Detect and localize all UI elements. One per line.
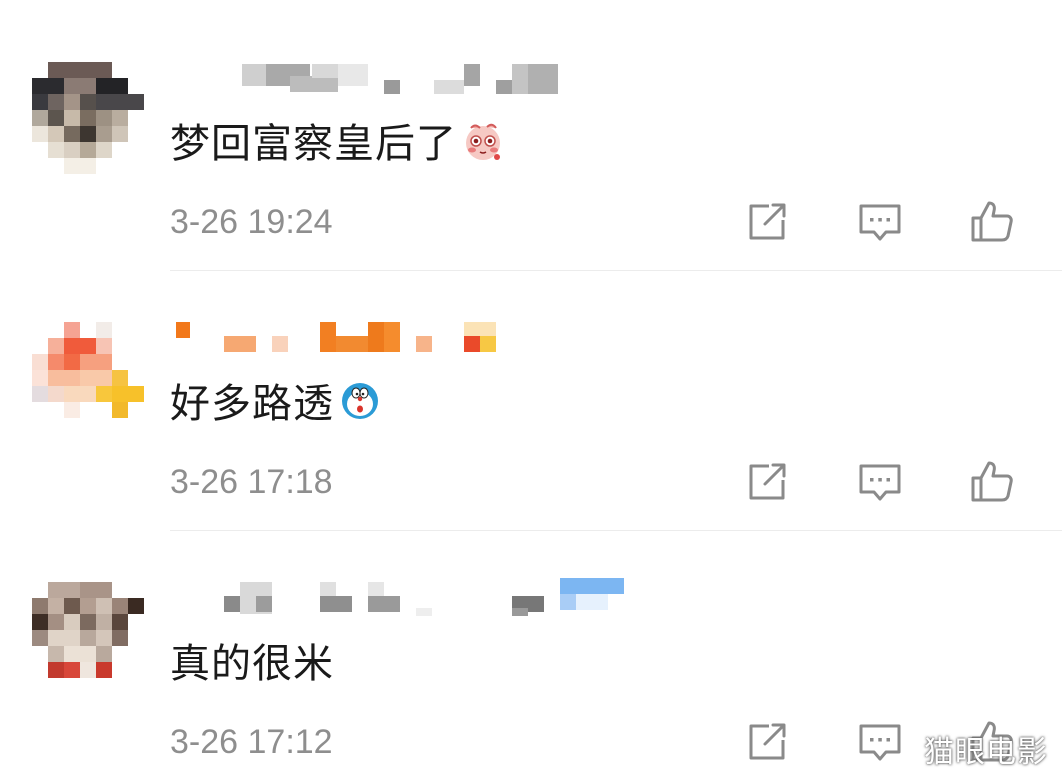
comment-text-content: 梦回富察皇后了 [170, 121, 457, 167]
comment-button[interactable] [856, 198, 904, 244]
comment-text-content: 好多路透 [170, 381, 334, 427]
comment-text-content: 真的很米 [170, 641, 334, 687]
comment-timestamp: 3-26 17:12 [170, 723, 333, 761]
share-button[interactable] [743, 718, 791, 764]
like-icon [971, 461, 1013, 502]
like-icon [971, 201, 1013, 242]
like-button[interactable] [967, 458, 1015, 504]
comment-item: 好多路透 3-26 17:18 [0, 260, 1062, 531]
share-button[interactable] [743, 198, 791, 244]
username-blurred[interactable] [172, 578, 632, 616]
avatar[interactable] [32, 582, 144, 694]
avatar[interactable] [32, 62, 144, 174]
like-button[interactable] [967, 198, 1015, 244]
comment-text: 真的很米 [170, 638, 334, 690]
comment-button[interactable] [856, 718, 904, 764]
comment-timestamp: 3-26 19:24 [170, 203, 333, 241]
comment-text: 好多路透 [170, 378, 382, 430]
watermark: 猫眼电影 [924, 735, 1048, 770]
share-button[interactable] [743, 458, 791, 504]
comment-button[interactable] [856, 458, 904, 504]
comment-timestamp: 3-26 17:18 [170, 463, 333, 501]
share-icon [749, 463, 786, 500]
comment-item: 梦回富察皇后了 3-26 19:24 [0, 0, 1062, 271]
comment-icon [859, 204, 901, 241]
doraemon-emoji-icon [338, 379, 382, 423]
username-blurred[interactable] [172, 318, 632, 354]
share-icon [749, 723, 786, 760]
comment-icon [859, 464, 901, 501]
shy-face-emoji-icon [461, 119, 505, 163]
comment-icon [859, 724, 901, 761]
username-blurred[interactable] [172, 58, 632, 94]
comment-text: 梦回富察皇后了 [170, 118, 505, 170]
share-icon [749, 203, 786, 240]
avatar[interactable] [32, 322, 144, 434]
comment-item: 真的很米 3-26 17:12 [0, 520, 1062, 780]
